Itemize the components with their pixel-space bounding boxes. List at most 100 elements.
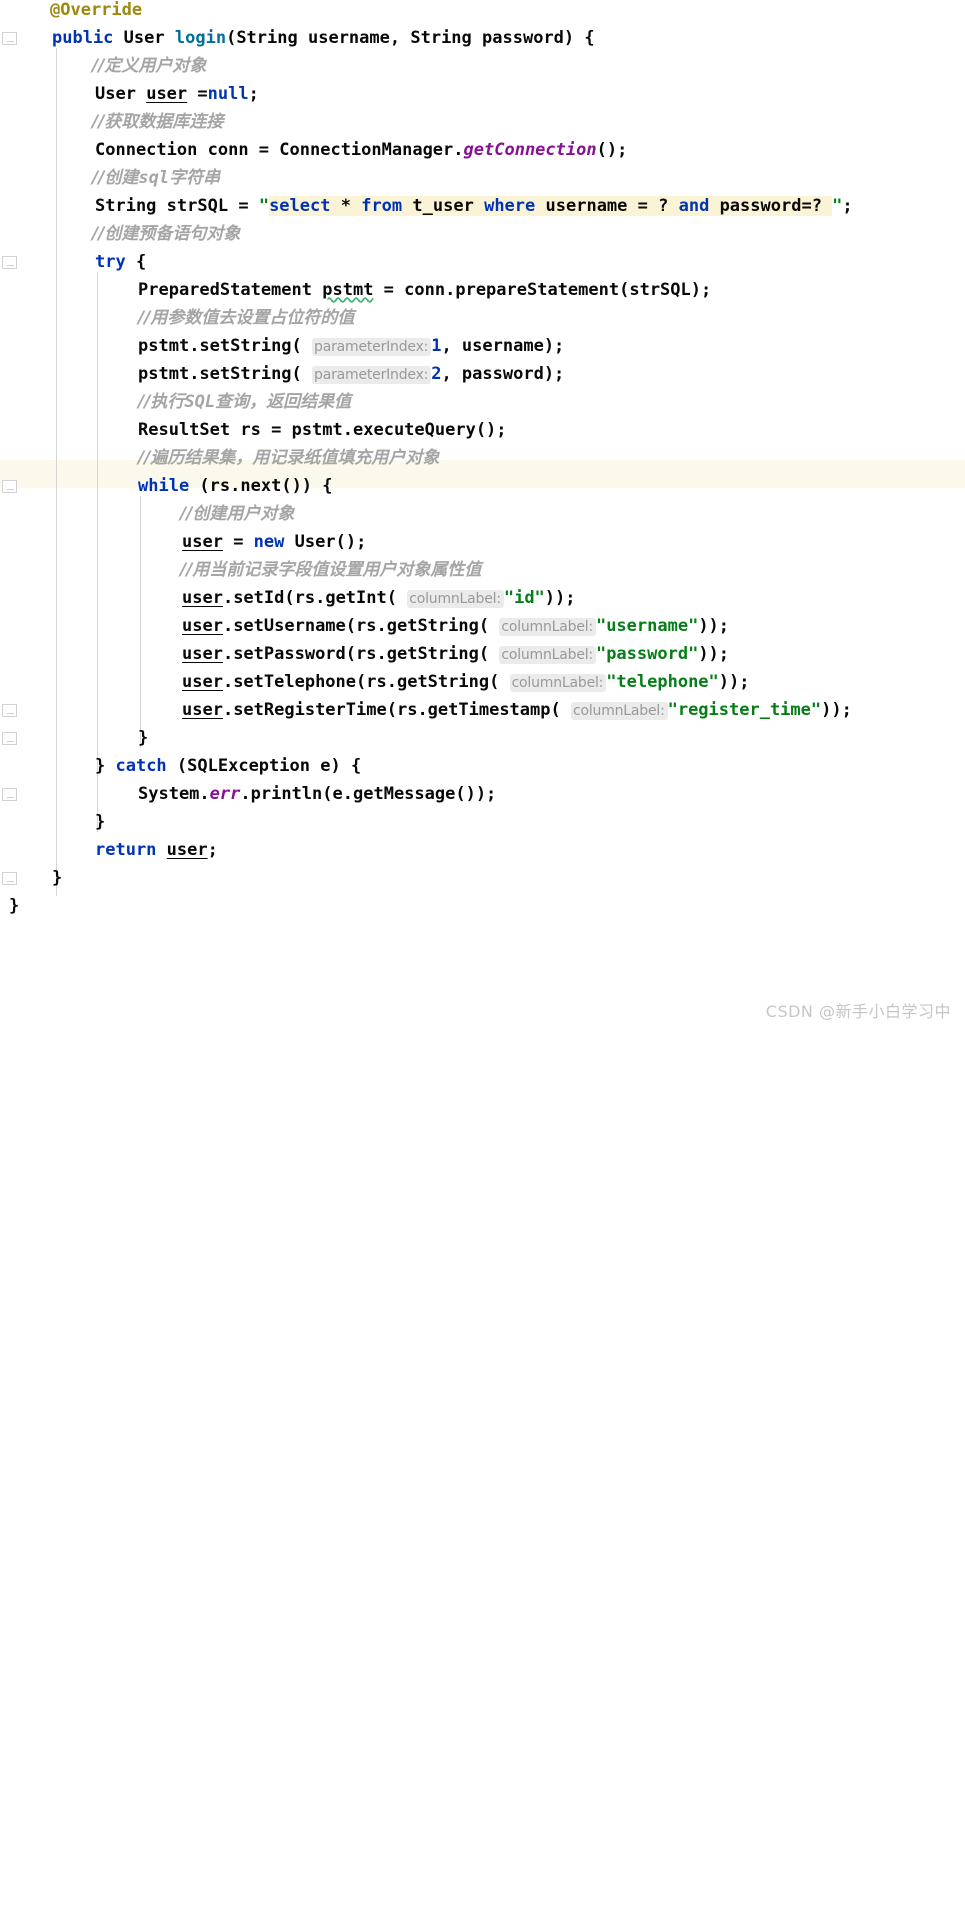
variable-user-return: user bbox=[166, 840, 208, 860]
string-quote-close: " bbox=[832, 196, 843, 216]
variable-rs-getstring-3: rs bbox=[366, 672, 387, 692]
keyword-catch: catch bbox=[115, 756, 167, 776]
csdn-watermark: CSDN @新手小白学习中 bbox=[765, 1002, 951, 1021]
code-line-annotation[interactable]: @Override bbox=[50, 0, 142, 24]
variable-user-decl: user bbox=[146, 84, 188, 104]
type-string-sql: String bbox=[95, 196, 157, 216]
variable-rs-ref: rs bbox=[209, 476, 231, 496]
keyword-return: return bbox=[95, 840, 157, 860]
code-line-comment-execute-sql: //执行SQL查询，返回结果值 bbox=[138, 392, 352, 412]
fold-marker-class-end[interactable] bbox=[2, 872, 17, 885]
code-line-return[interactable]: return user; bbox=[95, 836, 218, 864]
type-sql-exception: SQLException bbox=[187, 756, 310, 776]
parameter-hint-parameter-index-2: parameterIndex: bbox=[312, 366, 432, 384]
type-result-set: ResultSet bbox=[138, 420, 231, 440]
variable-user-setid: user bbox=[182, 588, 223, 608]
sql-column-username: username bbox=[545, 196, 628, 216]
variable-user-settelephone: user bbox=[182, 672, 223, 692]
code-line-comment-define-user: //定义用户对象 bbox=[92, 56, 207, 76]
parameter-hint-column-label-id: columnLabel: bbox=[407, 590, 504, 608]
sql-column-password: password bbox=[719, 196, 802, 216]
code-line-comment-prepared: //创建预备语句对象 bbox=[92, 224, 241, 244]
code-line-declare-user[interactable]: User user =null; bbox=[95, 80, 259, 108]
method-get-connection: getConnection bbox=[463, 140, 597, 160]
variable-pstmt-3: pstmt bbox=[291, 420, 343, 440]
code-content[interactable]: @Override public User login(String usern… bbox=[0, 0, 965, 1028]
class-connection-manager: ConnectionManager bbox=[279, 140, 454, 160]
editor-gutter[interactable] bbox=[0, 0, 44, 1028]
fold-marker-while[interactable] bbox=[2, 480, 17, 493]
code-line-set-string-2[interactable]: pstmt.setString( parameterIndex: 2, passw… bbox=[138, 360, 564, 388]
code-line-println[interactable]: System.err.println(e.getMessage()); bbox=[138, 780, 496, 808]
code-line-prepared-statement[interactable]: PreparedStatement pstmt = conn.prepareSt… bbox=[138, 276, 711, 304]
code-line-set-register-time[interactable]: user.setRegisterTime(rs.getTimestamp( co… bbox=[182, 696, 852, 724]
method-name-login: login bbox=[174, 28, 227, 48]
variable-strsql: strSQL bbox=[166, 196, 229, 216]
parameter-hint-column-label-username: columnLabel: bbox=[499, 618, 596, 636]
variable-user-assign: user bbox=[182, 532, 223, 552]
string-literal-register-time: "register_time" bbox=[667, 700, 822, 720]
type-string-1: String bbox=[236, 28, 298, 48]
variable-rs-getstring-2: rs bbox=[356, 644, 377, 664]
keyword-null: null bbox=[207, 84, 249, 104]
code-line-set-password[interactable]: user.setPassword(rs.getString( columnLab… bbox=[182, 640, 729, 668]
code-line-set-id[interactable]: user.setId(rs.getInt( columnLabel: "id"))… bbox=[182, 584, 576, 612]
keyword-new: new bbox=[253, 532, 285, 552]
code-line-close-while[interactable]: } bbox=[138, 724, 148, 752]
code-line-method-signature[interactable]: public User login(String username, Strin… bbox=[52, 24, 595, 52]
sql-keyword-where: where bbox=[484, 196, 536, 216]
code-line-sql-string[interactable]: String strSQL = "select * from t_user wh… bbox=[95, 192, 853, 220]
fold-marker-method[interactable] bbox=[2, 32, 17, 45]
parameter-hint-column-label-register-time: columnLabel: bbox=[570, 702, 668, 720]
argument-username-1: username bbox=[461, 336, 544, 356]
sql-keyword-from: from bbox=[361, 196, 403, 216]
code-line-set-string-1[interactable]: pstmt.setString( parameterIndex: 1, usern… bbox=[138, 332, 564, 360]
code-line-close-method[interactable]: } bbox=[52, 864, 62, 892]
variable-pstmt-decl: pstmt bbox=[322, 280, 374, 300]
type-string-2: String bbox=[410, 28, 472, 48]
code-line-close-try[interactable]: } bbox=[95, 808, 105, 836]
code-line-comment-set-params: //用参数值去设置占位符的值 bbox=[138, 308, 355, 328]
code-line-connection[interactable]: Connection conn = ConnectionManager.getC… bbox=[95, 136, 627, 164]
sql-table-t-user: t_user bbox=[412, 196, 474, 216]
param-username: username bbox=[307, 28, 390, 48]
sql-keyword-select: select bbox=[269, 196, 331, 216]
variable-rs-getint: rs bbox=[294, 588, 316, 608]
variable-strsql-ref: strSQL bbox=[629, 280, 691, 300]
code-line-result-set[interactable]: ResultSet rs = pstmt.executeQuery(); bbox=[138, 416, 507, 444]
type-connection: Connection bbox=[95, 140, 198, 160]
code-line-comment-set-fields: //用当前记录字段值设置用户对象属性值 bbox=[180, 560, 482, 580]
variable-pstmt-2: pstmt bbox=[138, 364, 190, 384]
injected-sql-fragment: select * from t_user where username = ? … bbox=[269, 196, 833, 216]
variable-conn: conn bbox=[207, 140, 249, 160]
code-line-try[interactable]: try { bbox=[95, 248, 146, 276]
fold-marker-catch[interactable] bbox=[2, 732, 17, 745]
type-prepared-statement: PreparedStatement bbox=[138, 280, 312, 300]
variable-pstmt-1: pstmt bbox=[138, 336, 190, 356]
code-line-set-username[interactable]: user.setUsername(rs.getString( columnLab… bbox=[182, 612, 729, 640]
literal-number-2: 2 bbox=[431, 364, 442, 384]
string-literal-password: "password" bbox=[595, 644, 699, 664]
string-quote-open: " bbox=[258, 196, 270, 216]
code-line-set-telephone[interactable]: user.setTelephone(rs.getString( columnLa… bbox=[182, 668, 750, 696]
sql-keyword-and: and bbox=[678, 196, 710, 216]
parameter-hint-column-label-password: columnLabel: bbox=[499, 646, 596, 664]
variable-e-ref: e bbox=[332, 784, 343, 804]
argument-password-2: password bbox=[461, 364, 544, 384]
variable-conn-ref: conn bbox=[404, 280, 446, 300]
fold-marker-try[interactable] bbox=[2, 256, 17, 269]
code-line-catch[interactable]: } catch (SQLException e) { bbox=[95, 752, 361, 780]
variable-user-setpassword: user bbox=[182, 644, 223, 664]
variable-user-setregistertime: user bbox=[182, 700, 223, 720]
variable-e: e bbox=[320, 756, 331, 776]
code-line-comment-create-sql: //创建sql字符串 bbox=[92, 168, 221, 188]
fold-marker-catch-body[interactable] bbox=[2, 788, 17, 801]
code-line-comment-create-user: //创建用户对象 bbox=[180, 504, 295, 524]
literal-number-1: 1 bbox=[431, 336, 442, 356]
code-line-while[interactable]: while (rs.next()) { bbox=[138, 472, 333, 500]
code-editor[interactable]: @Override public User login(String usern… bbox=[0, 0, 965, 1028]
fold-marker-setters-a[interactable] bbox=[2, 704, 17, 717]
code-line-new-user[interactable]: user = new User(); bbox=[182, 528, 366, 556]
keyword-while: while bbox=[138, 476, 190, 496]
type-user-decl: User bbox=[95, 84, 136, 104]
